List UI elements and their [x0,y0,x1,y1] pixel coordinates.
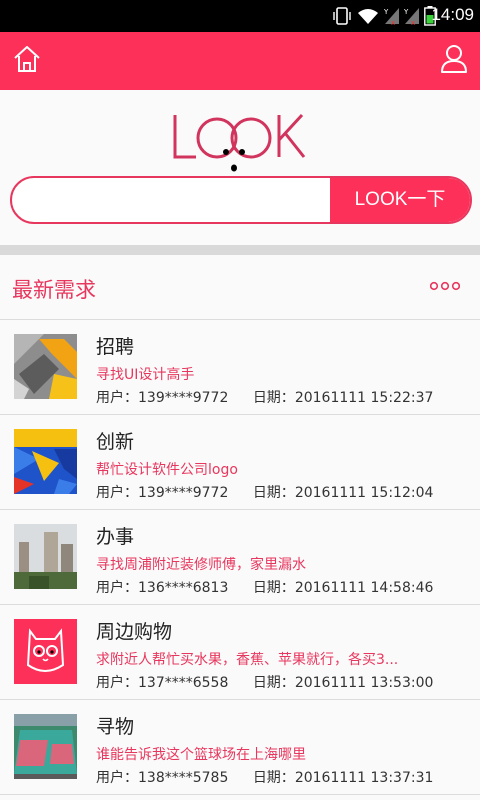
date-label: 日期： [252,485,295,501]
user-phone: 136****6813 [138,580,229,596]
recruit-thumbnail [14,334,77,399]
user-phone: 138****5785 [138,770,229,786]
demand-item[interactable]: 周边购物 求附近人帮忙买水果，香蕉、苹果就行，各买3... 用户：137****… [0,605,480,700]
date-value: 20161111 15:12:04 [294,485,434,501]
user-phone: 139****9772 [138,485,229,501]
svg-text:x: x [391,19,395,26]
item-title: 创新 [96,431,135,453]
item-description: 求附近人帮忙买水果，香蕉、苹果就行，各买3... [96,652,399,668]
item-description: 寻找周浦附近装修师傅，家里漏水 [96,557,306,573]
item-meta: 用户：137****6558 日期：20161111 13:53:00 [96,672,433,692]
demand-item[interactable]: 寻物 谁能告诉我这个篮球场在上海哪里 用户：138****5785 日期：201… [0,700,480,795]
item-description: 帮忙设计软件公司logo [96,462,238,478]
signal-sim1-icon: Y x [383,8,399,26]
demand-list: 招聘 寻找UI设计高手 用户：139****9772 日期：20161111 1… [0,320,480,795]
user-label: 用户： [96,580,138,596]
user-label: 用户： [96,390,138,406]
date-value: 20161111 15:22:37 [294,390,434,406]
hero-section: LOOK一下 [0,90,480,245]
date-label: 日期： [252,580,295,596]
more-dots-icon[interactable] [430,281,460,291]
status-bar: Y x Y x 14:09 [0,0,480,32]
owl-thumbnail [14,619,77,684]
look-logo [173,113,306,172]
svg-text:Y: Y [383,8,389,16]
user-phone: 139****9772 [138,390,229,406]
section-title: 最新需求 [12,278,96,302]
latest-demands-section: 最新需求 招聘 寻找UI设计高手 用户：139****9772 日期：20161… [0,255,480,800]
look-search-button[interactable]: LOOK一下 [330,178,470,222]
item-title: 招聘 [96,336,135,358]
item-meta: 用户：138****5785 日期：20161111 13:37:31 [96,767,433,787]
date-value: 20161111 14:58:46 [294,580,434,596]
app-bar [0,32,480,90]
signal-sim2-icon: Y x [403,8,419,26]
item-title: 周边购物 [96,621,173,643]
section-header: 最新需求 [0,255,480,320]
item-description: 谁能告诉我这个篮球场在上海哪里 [96,747,306,763]
item-title: 办事 [96,526,135,548]
demand-item[interactable]: 招聘 寻找UI设计高手 用户：139****9772 日期：20161111 1… [0,320,480,415]
item-meta: 用户：139****9772 日期：20161111 15:12:04 [96,482,433,502]
item-title: 寻物 [96,716,135,738]
section-divider [0,245,480,255]
item-description: 寻找UI设计高手 [96,367,195,383]
search-bar: LOOK一下 [10,176,472,224]
date-label: 日期： [252,675,295,691]
user-icon[interactable] [440,44,468,74]
basketball-court-thumbnail [14,714,77,779]
date-label: 日期： [252,770,295,786]
item-meta: 用户：139****9772 日期：20161111 15:22:37 [96,387,433,407]
vibrate-icon [333,7,351,25]
svg-text:x: x [411,19,415,26]
building-thumbnail [14,524,77,589]
date-value: 20161111 13:37:31 [294,770,434,786]
user-label: 用户： [96,485,138,501]
item-meta: 用户：136****6813 日期：20161111 14:58:46 [96,577,433,597]
date-value: 20161111 13:53:00 [294,675,434,691]
wifi-icon [358,9,378,24]
innovation-thumbnail [14,429,77,494]
user-label: 用户： [96,770,138,786]
demand-item[interactable]: 办事 寻找周浦附近装修师傅，家里漏水 用户：136****6813 日期：201… [0,510,480,605]
svg-text:Y: Y [403,8,409,16]
user-phone: 137****6558 [138,675,229,691]
user-label: 用户： [96,675,138,691]
date-label: 日期： [252,390,295,406]
clock: 14:09 [431,5,474,24]
home-icon[interactable] [12,44,42,74]
demand-item[interactable]: 创新 帮忙设计软件公司logo 用户：139****9772 日期：201611… [0,415,480,510]
search-input[interactable] [12,178,330,222]
